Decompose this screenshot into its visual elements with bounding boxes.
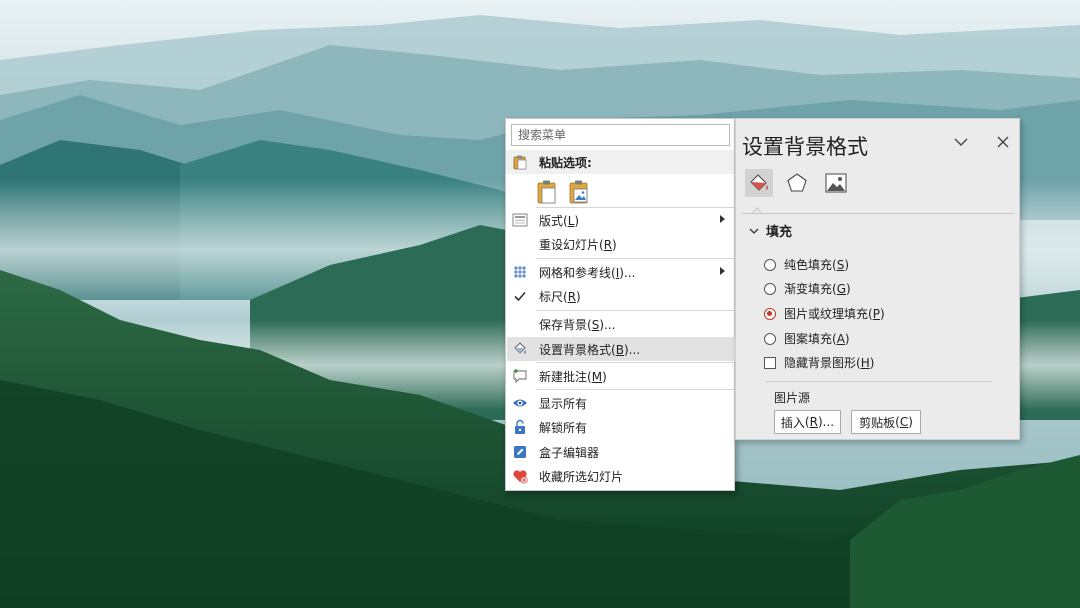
menu-item-new-comment[interactable]: 新建批注(M) — [507, 364, 735, 388]
checkmark-icon — [514, 291, 526, 302]
radio-picture-fill[interactable] — [764, 307, 776, 320]
submenu-arrow-icon — [720, 215, 725, 223]
pane-title: 设置背景格式 — [742, 135, 868, 159]
chevron-down-icon[interactable] — [952, 133, 970, 151]
tab-picture[interactable] — [822, 169, 850, 197]
paste-options-header: 粘贴选项: — [506, 150, 734, 174]
checkbox-hide-background-graphics[interactable] — [764, 356, 776, 369]
grid-icon — [514, 266, 526, 278]
option-hide-background-graphics-label: 隐藏背景图形 — [784, 356, 857, 370]
menu-item-unlock-all-label: 解锁所有 — [539, 420, 588, 435]
paste-keep-source-icon[interactable] — [536, 179, 558, 205]
menu-separator — [536, 362, 734, 363]
option-picture-fill[interactable]: 图片或纹理填充(P) — [764, 305, 885, 322]
menu-item-layout-label: 版式 — [539, 213, 564, 228]
menu-item-favorite-slides[interactable]: 收藏所选幻灯片 — [507, 464, 735, 488]
pane-separator — [766, 381, 992, 382]
menu-item-grid-guides[interactable]: 网格和参考线(I)... — [507, 260, 735, 284]
submenu-arrow-icon — [720, 267, 725, 275]
menu-item-favorite-slides-label: 收藏所选幻灯片 — [539, 469, 624, 484]
menu-item-save-background-label: 保存背景 — [539, 317, 588, 332]
format-background-pane: 设置背景格式 填充 纯色填充(S) 渐变填充(G) 图片或纹理填充(P) 图案填… — [735, 118, 1020, 440]
collapse-chevron-icon — [749, 228, 759, 234]
fill-section-header[interactable]: 填充 — [748, 221, 792, 240]
menu-item-save-background[interactable]: 保存背景(S)... — [507, 312, 735, 336]
paint-bucket-icon — [514, 342, 526, 354]
menu-item-reset-slide-label: 重设幻灯片 — [539, 237, 600, 252]
menu-item-format-background-label: 设置背景格式 — [539, 342, 612, 357]
menu-search-input[interactable] — [511, 124, 730, 146]
paste-options-label: 粘贴选项: — [539, 155, 592, 170]
menu-separator — [536, 389, 734, 390]
unlock-icon — [515, 419, 525, 434]
tab-effects[interactable] — [783, 169, 811, 197]
fill-section-label: 填充 — [766, 225, 793, 240]
menu-item-ruler[interactable]: 标尺(R) — [507, 284, 735, 308]
option-gradient-fill-label: 渐变填充 — [784, 282, 833, 296]
radio-gradient-fill[interactable] — [764, 282, 776, 295]
insert-button[interactable]: 插入(R)... — [774, 410, 841, 434]
menu-item-show-all-label: 显示所有 — [539, 396, 588, 411]
new-comment-icon — [513, 369, 527, 384]
radio-pattern-fill[interactable] — [764, 332, 776, 345]
radio-solid-fill[interactable] — [764, 258, 776, 271]
menu-separator — [536, 258, 734, 259]
option-picture-fill-label: 图片或纹理填充 — [784, 307, 869, 321]
paste-picture-icon[interactable] — [568, 179, 590, 205]
menu-item-format-background[interactable]: 设置背景格式(B)... — [507, 337, 735, 361]
menu-item-unlock-all[interactable]: 解锁所有 — [507, 415, 735, 439]
menu-item-ruler-label: 标尺 — [539, 289, 564, 304]
edit-box-icon — [514, 446, 526, 458]
heart-add-icon — [513, 470, 528, 484]
menu-item-grid-guides-label: 网格和参考线 — [539, 265, 612, 280]
tab-fill[interactable] — [745, 169, 773, 197]
eye-icon — [513, 399, 527, 407]
menu-item-layout[interactable]: 版式(L) — [507, 208, 735, 232]
option-gradient-fill[interactable]: 渐变填充(G) — [764, 280, 851, 297]
context-menu: 粘贴选项: 版式(L) 重设幻灯片(R) — [505, 118, 735, 491]
option-hide-background-graphics[interactable]: 隐藏背景图形(H) — [764, 354, 874, 371]
clipboard-button[interactable]: 剪贴板(C) — [851, 410, 921, 434]
menu-separator — [536, 310, 734, 311]
layout-icon — [512, 213, 528, 227]
option-solid-fill-label: 纯色填充 — [784, 258, 833, 272]
paste-options-icons — [536, 179, 590, 205]
pentagon-icon — [787, 173, 807, 192]
menu-item-box-editor[interactable]: 盒子编辑器 — [507, 440, 735, 464]
close-icon[interactable] — [994, 133, 1012, 151]
menu-item-box-editor-label: 盒子编辑器 — [539, 445, 600, 460]
menu-item-show-all[interactable]: 显示所有 — [507, 391, 735, 415]
option-solid-fill[interactable]: 纯色填充(S) — [764, 256, 849, 273]
option-pattern-fill[interactable]: 图案填充(A) — [764, 330, 850, 347]
option-pattern-fill-label: 图案填充 — [784, 332, 833, 346]
clipboard-icon — [513, 155, 527, 170]
picture-source-label: 图片源 — [774, 391, 811, 405]
picture-icon — [825, 173, 847, 193]
menu-item-new-comment-label: 新建批注 — [539, 369, 588, 384]
tab-divider — [742, 213, 1014, 214]
menu-item-reset-slide[interactable]: 重设幻灯片(R) — [507, 232, 735, 256]
fill-bucket-icon — [750, 174, 768, 191]
